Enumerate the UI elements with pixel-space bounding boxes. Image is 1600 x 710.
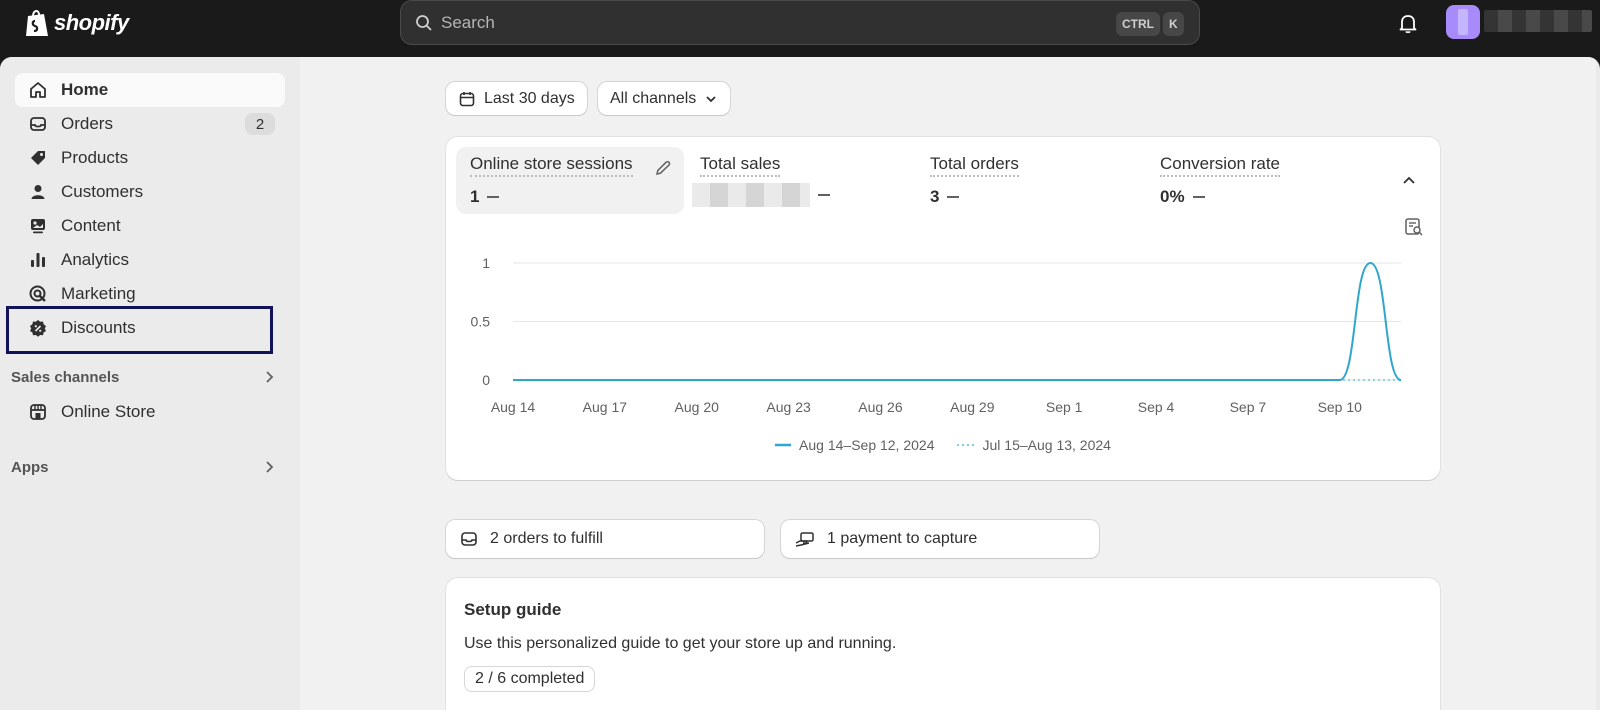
search-icon [416, 14, 432, 31]
sidebar-item-label: Home [61, 80, 109, 99]
x-tick-label: Aug 23 [766, 399, 811, 415]
setup-guide-card: Setup guide Use this personalized guide … [446, 578, 1440, 710]
legend-dotted-swatch [956, 444, 975, 446]
discounts-highlight-box [6, 306, 273, 354]
x-tick-label: Sep 10 [1318, 399, 1363, 415]
setup-progress-badge: 2 / 6 completed [464, 666, 596, 692]
store-avatar[interactable] [1446, 5, 1480, 39]
avatar-glyph [1458, 9, 1468, 35]
sidebar-item-customers[interactable]: Customers [15, 175, 285, 209]
apps-header[interactable]: Apps [11, 455, 286, 479]
orders-to-fulfill-button[interactable]: 2 orders to fulfill [446, 520, 764, 558]
image-icon [27, 215, 49, 237]
chevron-right-icon [266, 371, 274, 383]
sidebar-item-orders[interactable]: Orders 2 [15, 107, 285, 141]
logo-text: shopify [54, 10, 129, 35]
x-tick-label: Aug 26 [858, 399, 903, 415]
channel-filter-button[interactable]: All channels [598, 82, 731, 115]
top-bar: shopify CTRL K [0, 0, 1600, 57]
store-name-redacted[interactable] [1484, 10, 1592, 32]
x-tick-label: Aug 20 [675, 399, 720, 415]
legend-item-current[interactable]: Aug 14–Sep 12, 2024 [775, 437, 935, 453]
main-content: Last 30 days All channels Online store s… [300, 57, 1596, 710]
x-tick-label: Aug 17 [583, 399, 628, 415]
sidebar-item-label: Products [61, 148, 129, 167]
sidebar-item-label: Orders [61, 114, 113, 133]
sales-channels-header[interactable]: Sales channels [11, 365, 286, 389]
target-icon [27, 283, 49, 305]
sidebar-item-label: Content [61, 216, 121, 235]
y-tick-label: 0.5 [471, 314, 491, 330]
bar-chart-icon [27, 249, 49, 271]
sidebar-item-online-store[interactable]: Online Store [15, 395, 285, 429]
sidebar-item-label: Customers [61, 182, 144, 201]
sidebar-item-home[interactable]: Home [15, 73, 285, 107]
chevron-right-icon [266, 461, 274, 473]
x-tick-label: Sep 4 [1138, 399, 1175, 415]
orders-count-badge: 2 [245, 113, 275, 135]
hand-cash-icon [795, 532, 814, 547]
shortcut-ctrl-key: CTRL [1116, 12, 1160, 36]
person-icon [27, 181, 49, 203]
chart-legend: Aug 14–Sep 12, 2024 Jul 15–Aug 13, 2024 [446, 437, 1440, 453]
x-tick-label: Aug 29 [950, 399, 995, 415]
sidebar-item-label: Marketing [61, 284, 136, 303]
payment-to-capture-button[interactable]: 1 payment to capture [781, 520, 1099, 558]
shopify-logo[interactable]: shopify [24, 7, 129, 39]
chevron-down-icon [706, 95, 716, 102]
x-tick-label: Sep 1 [1046, 399, 1083, 415]
search-input[interactable] [441, 12, 1041, 33]
channel-filter-label: All channels [610, 89, 697, 107]
storefront-icon [27, 401, 49, 423]
x-tick-label: Sep 7 [1230, 399, 1267, 415]
y-tick-label: 0 [482, 372, 490, 388]
setup-guide-description: Use this personalized guide to get your … [464, 635, 897, 652]
search-bar[interactable]: CTRL K [400, 0, 1200, 45]
bell-icon[interactable] [1396, 11, 1420, 35]
inbox-icon [27, 113, 49, 135]
sidebar-item-content[interactable]: Content [15, 209, 285, 243]
legend-item-previous[interactable]: Jul 15–Aug 13, 2024 [956, 437, 1111, 453]
shopping-bag-icon [26, 10, 48, 36]
sales-channels-label: Sales channels [11, 368, 120, 386]
date-range-label: Last 30 days [484, 89, 575, 107]
legend-label: Jul 15–Aug 13, 2024 [982, 437, 1111, 453]
home-icon [27, 79, 49, 101]
setup-guide-title: Setup guide [464, 600, 562, 619]
analytics-card: Online store sessions 1 Total sales Tota… [446, 137, 1440, 480]
sidebar-item-label: Analytics [61, 250, 130, 269]
legend-label: Aug 14–Sep 12, 2024 [799, 437, 935, 453]
calendar-icon [459, 91, 475, 106]
sessions-line-chart: 1 0.5 0Aug 14 Aug 17 Aug 20 Aug 23 Aug 26 Aug 2… [471, 255, 1402, 415]
task-label: 1 payment to capture [827, 530, 978, 547]
sidebar-item-products[interactable]: Products [15, 141, 285, 175]
legend-solid-swatch [775, 443, 792, 447]
y-tick-label: 1 [482, 255, 490, 271]
apps-label: Apps [11, 458, 49, 476]
x-tick-label: Aug 14 [491, 399, 536, 415]
tag-icon [27, 147, 49, 169]
inbox-icon [461, 532, 477, 546]
date-range-button[interactable]: Last 30 days [446, 82, 587, 115]
sidebar: Home Orders 2 Products Customers Content… [0, 57, 300, 710]
task-label: 2 orders to fulfill [490, 530, 603, 547]
sidebar-item-label: Online Store [61, 402, 156, 421]
sidebar-item-analytics[interactable]: Analytics [15, 243, 285, 277]
app-shell: Home Orders 2 Products Customers Content… [0, 57, 1600, 710]
shortcut-k-key: K [1163, 12, 1184, 36]
